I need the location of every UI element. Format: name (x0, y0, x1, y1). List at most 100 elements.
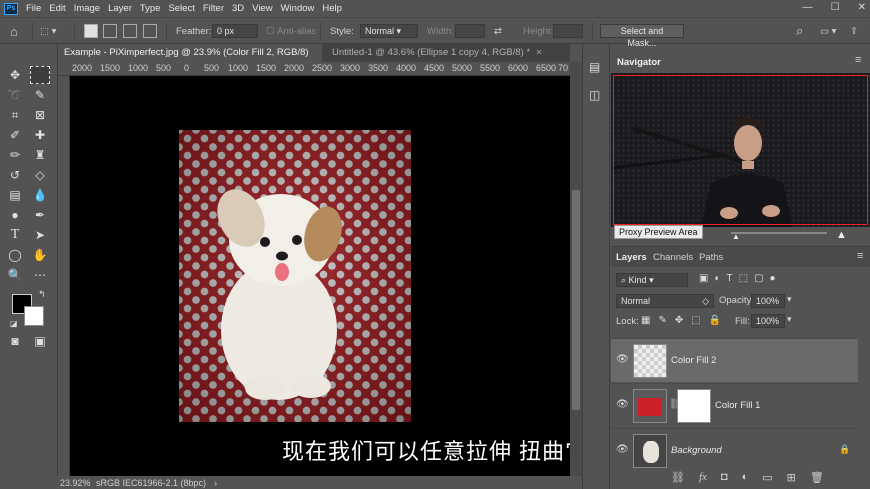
more-tools-icon[interactable]: ⋯ (30, 266, 50, 284)
scroll-thumb[interactable] (572, 190, 580, 410)
close-window-button[interactable]: ✕ (858, 2, 866, 13)
lock-all-icon[interactable]: 🔒 (709, 315, 721, 326)
eye-icon[interactable]: 👁 (616, 444, 629, 455)
lock-position-icon[interactable]: ✥ (675, 315, 683, 326)
layer-thumbnail[interactable] (633, 344, 667, 378)
layer-thumbnail[interactable] (633, 389, 667, 423)
layer-row-color-fill-2[interactable]: 👁 Color Fill 2 (611, 338, 858, 382)
new-selection-icon[interactable] (84, 24, 98, 38)
menu-window[interactable]: Window (281, 3, 315, 14)
blend-mode-select[interactable]: Normal ◇ (616, 294, 714, 308)
intersect-selection-icon[interactable] (143, 24, 157, 38)
layer-name[interactable]: Background (671, 445, 722, 456)
add-mask-icon[interactable]: ◘ (721, 471, 728, 484)
ps-logo-icon[interactable]: Ps (4, 2, 18, 15)
layer-name[interactable]: Color Fill 2 (671, 355, 716, 366)
type-filter-icon[interactable]: T (727, 273, 733, 284)
crop-tool-icon[interactable]: ⌗ (5, 106, 25, 124)
swap-dimensions-icon[interactable]: ⇄ (494, 23, 502, 39)
screen-mode-icon[interactable]: ▣ (30, 332, 50, 350)
default-colors-icon[interactable]: ◪ (10, 319, 18, 328)
dodge-tool-icon[interactable]: ● (5, 206, 25, 224)
lock-pixels-icon[interactable]: ✎ (658, 315, 666, 326)
frame-tool-icon[interactable]: ⊠ (30, 106, 50, 124)
height-input[interactable] (553, 24, 583, 38)
gradient-tool-icon[interactable]: ▤ (5, 186, 25, 204)
menu-filter[interactable]: Filter (203, 3, 224, 14)
layer-row-color-fill-1[interactable]: 👁 ⛓ Color Fill 1 (611, 383, 858, 427)
layer-thumbnail[interactable] (633, 434, 667, 468)
subtract-selection-icon[interactable] (123, 24, 137, 38)
move-tool-icon[interactable]: ✥ (5, 66, 25, 84)
tab-untitled[interactable]: Untitled-1 @ 43.6% (Ellipse 1 copy 4, RG… (326, 44, 570, 62)
adjustment-filter-icon[interactable]: ◐ (714, 273, 720, 284)
history-brush-tool-icon[interactable]: ↺ (5, 166, 25, 184)
link-layers-icon[interactable]: ⛓ (671, 471, 685, 484)
menu-select[interactable]: Select (168, 3, 194, 14)
shape-filter-icon[interactable]: ⬚ (739, 273, 748, 284)
workspace-icon[interactable]: ▭ ▾ (820, 23, 836, 39)
zoom-level[interactable]: 23.92% (60, 478, 96, 488)
vertical-scrollbar[interactable] (570, 62, 582, 476)
layer-mask-thumbnail[interactable] (677, 389, 711, 423)
chevron-down-icon[interactable]: ▾ (787, 294, 792, 305)
marquee-preset-icon[interactable]: ⬚ ▾ (40, 23, 56, 39)
select-and-mask-button[interactable]: Select and Mask... (600, 24, 684, 48)
background-color-swatch[interactable] (24, 306, 44, 326)
smart-object-filter-icon[interactable]: ▢ (754, 273, 763, 284)
eye-icon[interactable]: 👁 (616, 399, 629, 410)
adjustment-layer-icon[interactable]: ◐ (742, 471, 749, 484)
quick-mask-icon[interactable]: ◙ (5, 332, 25, 350)
path-selection-tool-icon[interactable]: ➤ (30, 226, 50, 244)
tab-layers[interactable]: Layers (616, 252, 647, 263)
panel-menu-icon[interactable]: ≡ (855, 54, 861, 66)
zoom-in-icon[interactable]: ▲ (836, 229, 847, 241)
menu-type[interactable]: Type (140, 3, 161, 14)
ellipse-tool-icon[interactable]: ◯ (5, 246, 25, 264)
tab-paths[interactable]: Paths (699, 252, 723, 263)
share-icon[interactable]: ⇪ (850, 23, 858, 39)
brush-tool-icon[interactable]: ✏ (5, 146, 25, 164)
add-selection-icon[interactable] (103, 24, 117, 38)
layer-row-background[interactable]: 👁 Background 🔒 (611, 428, 858, 472)
hand-tool-icon[interactable]: ✋ (30, 246, 50, 264)
chevron-down-icon[interactable]: ▾ (787, 314, 792, 325)
layer-filter-select[interactable]: ⌕ Kind ▾ (616, 273, 688, 287)
quick-select-tool-icon[interactable]: ✎ (30, 86, 50, 104)
properties-panel-icon[interactable]: ◫ (589, 88, 600, 102)
menu-3d[interactable]: 3D (232, 3, 244, 14)
lasso-tool-icon[interactable]: ➰ (5, 86, 25, 104)
marquee-tool-icon[interactable] (30, 66, 50, 84)
new-group-icon[interactable]: ▭ (762, 471, 772, 484)
fill-input[interactable]: 100% (751, 314, 785, 328)
swap-colors-icon[interactable]: ↰ (38, 289, 46, 300)
antialias-checkbox[interactable]: ☐ Anti-alias (266, 23, 316, 39)
menu-image[interactable]: Image (74, 3, 100, 14)
pen-tool-icon[interactable]: ✒ (30, 206, 50, 224)
tab-example[interactable]: Example - PiXimperfect.jpg @ 23.9% (Colo… (58, 44, 322, 76)
healing-brush-tool-icon[interactable]: ✚ (30, 126, 50, 144)
zoom-slider-thumb[interactable]: ▲ (732, 232, 740, 241)
lock-transparency-icon[interactable]: ▦ (641, 315, 650, 326)
tab-channels[interactable]: Channels (653, 252, 693, 263)
delete-layer-icon[interactable]: 🗑 (810, 471, 824, 484)
clone-stamp-tool-icon[interactable]: ♜ (30, 146, 50, 164)
opacity-input[interactable]: 100% (751, 294, 785, 308)
menu-help[interactable]: Help (322, 3, 342, 14)
filter-toggle-icon[interactable]: ● (770, 273, 776, 284)
document-canvas[interactable] (70, 76, 570, 476)
home-icon[interactable]: ⌂ (10, 23, 18, 39)
fx-icon[interactable]: fx (699, 471, 707, 484)
maximize-button[interactable]: ☐ (831, 2, 840, 13)
minimize-button[interactable]: — (803, 2, 813, 13)
eye-icon[interactable]: 👁 (616, 354, 629, 365)
feather-input[interactable]: 0 px (212, 24, 258, 38)
navigator-preview[interactable] (611, 73, 870, 227)
status-menu-arrow[interactable]: › (214, 478, 217, 488)
zoom-tool-icon[interactable]: 🔍 (5, 266, 25, 284)
lock-artboard-icon[interactable]: ⬚ (691, 315, 700, 326)
menu-file[interactable]: File (26, 3, 41, 14)
zoom-slider[interactable] (731, 232, 827, 234)
navigator-view-box[interactable] (613, 75, 868, 225)
menu-view[interactable]: View (252, 3, 272, 14)
